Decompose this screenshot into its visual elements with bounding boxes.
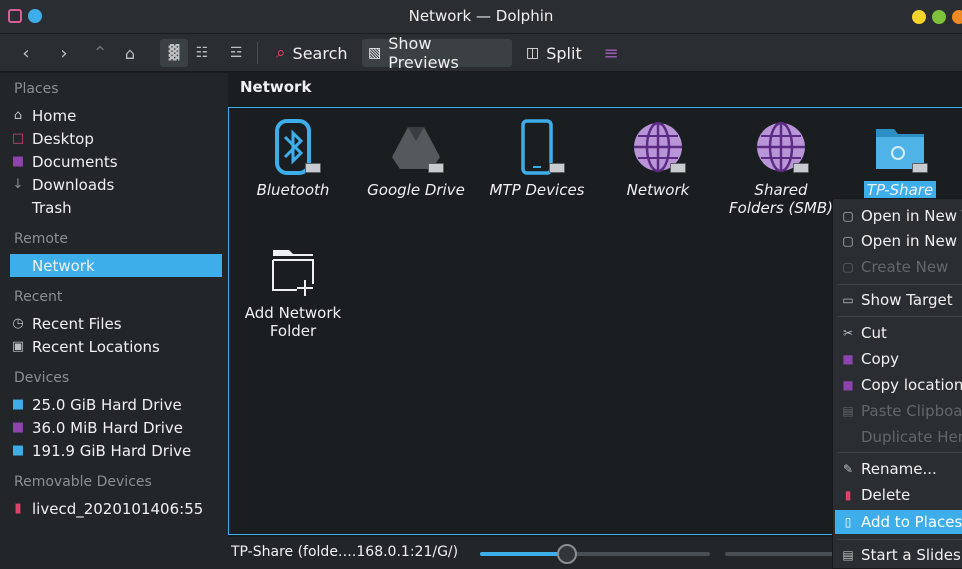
sidebar-item-trash[interactable]: Trash — [10, 196, 222, 219]
google-drive-icon — [386, 117, 446, 177]
remote-heading: Remote — [14, 231, 69, 247]
sidebar-item-home[interactable]: ⌂ Home — [10, 104, 222, 127]
removable-heading: Removable Devices — [14, 474, 152, 490]
compact-view-icon[interactable]: ☷ — [190, 39, 214, 67]
menu-item-cut[interactable]: ✂ Cut — [835, 321, 962, 345]
menu-item-delete[interactable]: ▮ Delete — [835, 483, 962, 507]
sidebar-item-livecd[interactable]: ▮ livecd_2020101406:55 — [10, 497, 222, 520]
menu-item-open-new-tab[interactable]: ▢ Open in New T — [835, 204, 962, 228]
documents-icon: ■ — [11, 154, 25, 169]
menu-item-add-to-places[interactable]: ▯ Add to Places — [835, 510, 962, 534]
split-button[interactable]: ◫ Split — [520, 39, 588, 67]
devices-heading: Devices — [14, 370, 70, 386]
add-places-icon: ▯ — [844, 515, 852, 529]
rename-icon: ✎ — [842, 462, 854, 476]
copy-icon: ■ — [842, 352, 854, 366]
menu-item-show-target[interactable]: ▭ Show Target — [835, 288, 962, 312]
context-menu: ▢Open in New T ▢Open in New W ▢Create Ne… — [832, 198, 962, 569]
search-icon: ⌕ — [276, 43, 286, 63]
optical-disc-icon: ▮ — [14, 501, 22, 516]
sidebar-item-recent-locations[interactable]: ▣ Recent Locations — [10, 335, 222, 358]
minimize-icon[interactable] — [912, 10, 926, 24]
hard-drive-icon: ■ — [11, 443, 25, 458]
sidebar-item-drive-36[interactable]: ■ 36.0 MiB Hard Drive — [10, 416, 222, 439]
item-shared-folders-smb[interactable]: Shared Folders (SMB) — [727, 117, 835, 217]
create-new-icon: ▢ — [842, 260, 854, 274]
open-tab-icon: ▢ — [842, 209, 854, 223]
phone-icon — [507, 117, 567, 177]
sidebar-item-drive-191[interactable]: ■ 191.9 GiB Hard Drive — [10, 439, 222, 462]
recent-heading: Recent — [14, 289, 63, 305]
locations-icon: ▣ — [11, 339, 25, 354]
home-icon: ⌂ — [13, 108, 23, 123]
desktop-icon: □ — [11, 131, 25, 146]
free-space-bar — [725, 552, 835, 556]
open-window-icon: ▢ — [842, 234, 854, 248]
back-icon[interactable]: ‹ — [14, 39, 38, 67]
menu-item-create-new: ▢ Create New — [842, 258, 949, 276]
show-previews-button[interactable]: ▧ Show Previews — [362, 34, 512, 72]
bluetooth-icon — [263, 117, 323, 177]
globe-icon — [628, 117, 688, 177]
maximize-icon[interactable] — [932, 10, 946, 24]
details-view-icon[interactable]: ☲ — [224, 39, 248, 67]
item-google-drive[interactable]: Google Drive — [362, 117, 470, 199]
cut-icon: ✂ — [842, 326, 854, 340]
show-target-icon: ▭ — [842, 293, 854, 307]
main-toolbar: ‹ › ⌃ ⌂ ▓ ☷ ☲ ⌕ Search ▧ Show Previews ◫… — [0, 34, 962, 72]
paste-icon: ▤ — [842, 404, 854, 418]
menu-item-duplicate-here: Duplicate Her — [861, 428, 962, 446]
split-icon: ◫ — [526, 45, 540, 61]
image-icon: ▧ — [368, 45, 382, 61]
menu-item-paste-clipboard: ▤ Paste Clipboa — [842, 402, 962, 420]
up-icon[interactable]: ⌃ — [88, 39, 112, 67]
forward-icon[interactable]: › — [52, 39, 76, 67]
item-network[interactable]: Network — [604, 117, 712, 199]
globe-icon — [751, 117, 811, 177]
icons-view-icon[interactable]: ▓ — [160, 39, 188, 67]
sidebar-item-drive-25[interactable]: ■ 25.0 GiB Hard Drive — [10, 393, 222, 416]
menu-item-rename[interactable]: ✎ Rename... — [835, 457, 962, 481]
home-icon[interactable]: ⌂ — [118, 39, 142, 67]
close-icon[interactable] — [952, 10, 962, 24]
menu-icon[interactable]: ≡ — [598, 39, 624, 67]
sidebar-item-desktop[interactable]: □ Desktop — [10, 127, 222, 150]
zoom-slider[interactable] — [480, 544, 710, 564]
clock-icon: ◷ — [12, 316, 24, 331]
status-text: TP-Share (folde….168.0.1:21/G/) — [231, 544, 459, 560]
zoom-slider-handle[interactable] — [557, 544, 578, 564]
item-bluetooth[interactable]: Bluetooth — [239, 117, 347, 199]
hard-drive-icon: ■ — [11, 420, 25, 435]
menu-item-open-new-window[interactable]: ▢Open in New W — [835, 229, 962, 253]
network-folder-icon — [870, 117, 930, 177]
item-add-network-folder[interactable]: Add Network Folder — [239, 240, 347, 340]
window-title: Network — Dolphin — [408, 7, 554, 25]
sidebar-item-recent-files[interactable]: ◷ Recent Files — [10, 312, 222, 335]
menu-item-copy[interactable]: ■ Copy — [835, 347, 962, 371]
hard-drive-icon: ■ — [11, 397, 25, 412]
item-tp-share[interactable]: TP-Share — [846, 117, 954, 199]
slideshow-icon: ▤ — [842, 548, 854, 562]
copy-location-icon: ■ — [842, 378, 854, 392]
sidebar-item-downloads[interactable]: ↓ Downloads — [10, 173, 222, 196]
sidebar-item-documents[interactable]: ■ Documents — [10, 150, 222, 173]
menu-item-start-slideshow[interactable]: ▤ Start a Slidesh — [835, 543, 962, 567]
title-bar: Network — Dolphin — [0, 0, 962, 34]
sidebar-item-network[interactable]: Network — [10, 254, 222, 277]
places-heading: Places — [14, 81, 59, 97]
add-folder-icon — [263, 240, 323, 300]
item-mtp-devices[interactable]: MTP Devices — [483, 117, 591, 199]
search-button[interactable]: ⌕ Search — [270, 39, 354, 67]
delete-icon: ▮ — [844, 488, 852, 502]
menu-item-copy-location[interactable]: ■ Copy location — [835, 373, 962, 397]
downloads-icon: ↓ — [12, 177, 24, 192]
breadcrumb[interactable]: Network — [240, 78, 311, 96]
